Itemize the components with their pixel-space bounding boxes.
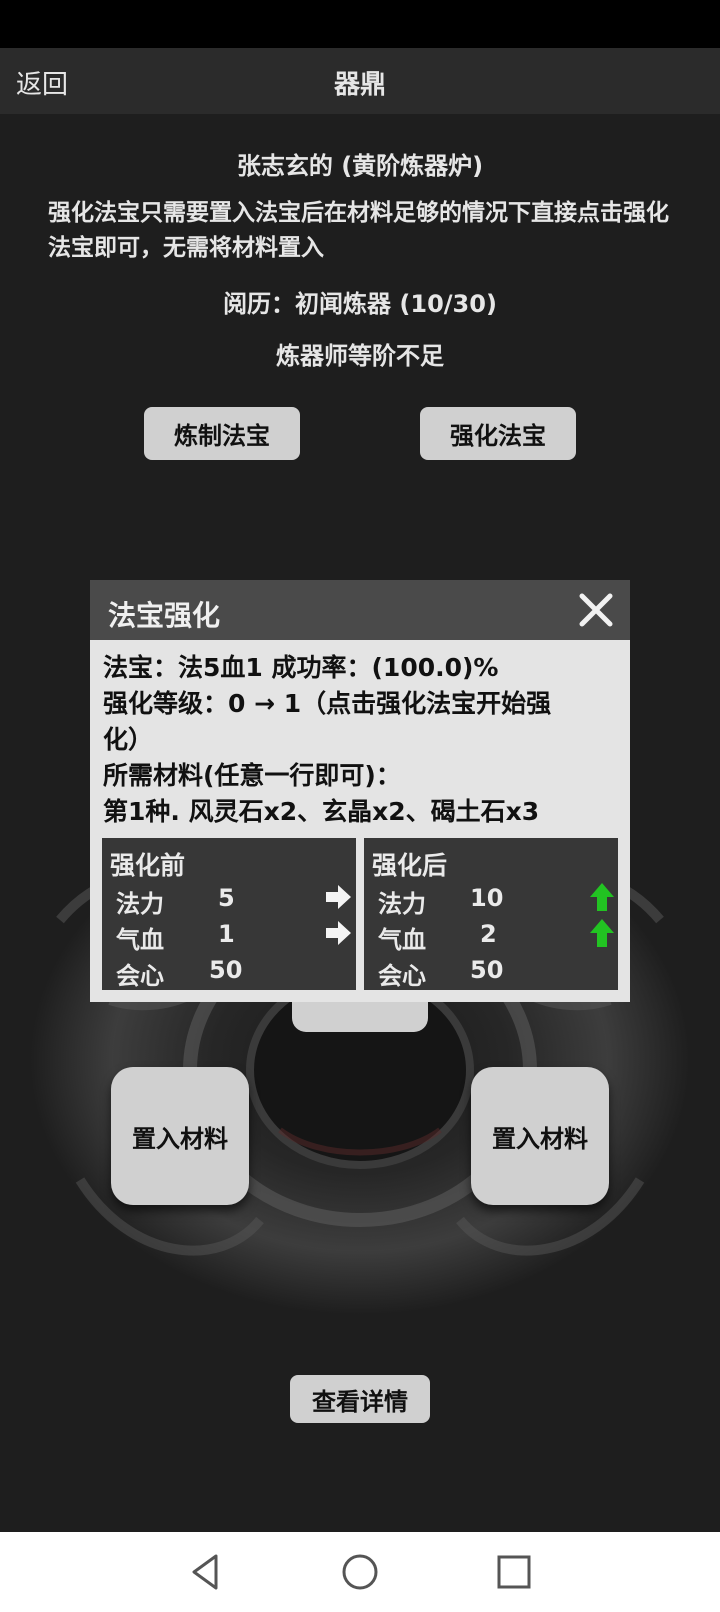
before-title: 强化前 bbox=[110, 851, 186, 880]
stat-value: 1 bbox=[218, 920, 235, 948]
square-recent-icon[interactable] bbox=[494, 1552, 534, 1592]
view-details-button[interactable]: 查看详情 bbox=[290, 1375, 430, 1423]
treasure-success-rate: 法宝：法5血1 成功率：(100.0)% bbox=[103, 653, 499, 682]
place-material-left-button[interactable]: 置入材料 bbox=[111, 1067, 249, 1205]
materials-option: 第1种. 风灵石x2、玄晶x2、碣土石x3 bbox=[103, 797, 540, 826]
arrow-up-green-icon bbox=[590, 919, 614, 947]
before-stats-panel: 强化前 法力 5 气血 1 会心 50 bbox=[102, 838, 356, 990]
place-material-right-button[interactable]: 置入材料 bbox=[471, 1067, 609, 1205]
stat-value: 2 bbox=[480, 920, 497, 948]
experience-label: 阅历：初闻炼器 (10/30) bbox=[223, 290, 497, 318]
arrow-right-icon bbox=[326, 885, 351, 909]
stat-value: 10 bbox=[470, 884, 504, 912]
refine-treasure-button[interactable]: 炼制法宝 bbox=[144, 407, 300, 460]
enhance-level-line: 强化等级：0 → 1（点击强化法宝开始强 bbox=[103, 689, 552, 718]
materials-heading: 所需材料(任意一行即可)： bbox=[103, 761, 401, 790]
furnace-owner-label: 张志玄的 (黄阶炼器炉) bbox=[236, 152, 484, 180]
stat-value: 5 bbox=[218, 884, 235, 912]
enhance-hint-text: 强化法宝只需要置入法宝后在材料足够的情况下直接点击强化法宝即可，无需将材料置入 bbox=[48, 200, 669, 261]
stat-name: 法力 bbox=[116, 890, 164, 918]
stat-value: 50 bbox=[209, 956, 243, 984]
system-nav-bar bbox=[0, 1532, 720, 1612]
enhance-dialog: 法宝强化 法宝：法5血1 成功率：(100.0)% 强化等级：0 → 1（点击强… bbox=[90, 580, 630, 1002]
stat-name: 法力 bbox=[378, 890, 426, 918]
enhance-treasure-button[interactable]: 强化法宝 bbox=[420, 407, 576, 460]
title-bar: 返回 器鼎 bbox=[0, 48, 720, 114]
status-bar bbox=[0, 0, 720, 48]
dialog-header: 法宝强化 bbox=[90, 580, 630, 640]
dialog-title: 法宝强化 bbox=[108, 599, 221, 632]
close-icon[interactable] bbox=[572, 586, 620, 634]
after-stats-panel: 强化后 法力 10 气血 2 会心 50 bbox=[364, 838, 618, 990]
circle-home-icon[interactable] bbox=[340, 1552, 380, 1592]
arrow-up-green-icon bbox=[590, 883, 614, 911]
enhance-level-line-cont: 化） bbox=[103, 725, 154, 754]
stat-name: 气血 bbox=[116, 926, 164, 954]
triangle-back-icon[interactable] bbox=[186, 1552, 226, 1592]
page-title: 器鼎 bbox=[333, 70, 386, 100]
arrow-right-icon bbox=[326, 921, 351, 945]
stat-name: 会心 bbox=[116, 962, 164, 990]
stat-value: 50 bbox=[470, 956, 504, 984]
rank-warning-label: 炼器师等阶不足 bbox=[276, 342, 444, 370]
stat-name: 会心 bbox=[378, 962, 426, 990]
stat-name: 气血 bbox=[378, 926, 426, 954]
after-title: 强化后 bbox=[372, 851, 448, 880]
